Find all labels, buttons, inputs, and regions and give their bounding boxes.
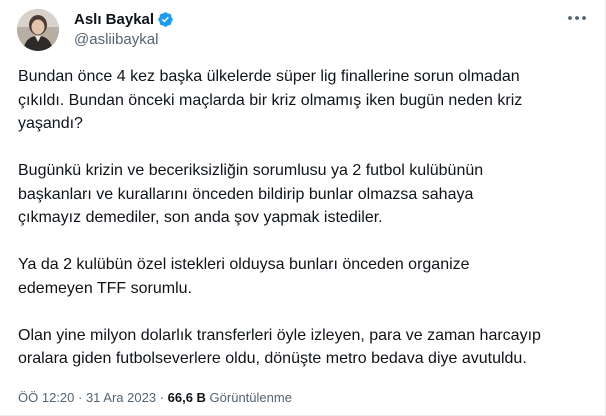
author-display-name[interactable]: Aslı Baykal bbox=[74, 11, 154, 28]
tweet-paragraph: Bugünkü krizin ve beceriksizliğin soruml… bbox=[18, 162, 484, 226]
tweet-text: Bundan önce 4 kez başka ülkelerde süper … bbox=[18, 65, 593, 394]
author-handle[interactable]: @asliibaykal bbox=[74, 31, 158, 48]
views-count[interactable]: 66,6 B bbox=[168, 390, 206, 405]
meta-separator: · bbox=[74, 390, 86, 405]
more-options-button[interactable] bbox=[565, 8, 589, 28]
views-label[interactable]: Görüntülenme bbox=[206, 390, 292, 405]
avatar[interactable] bbox=[17, 9, 59, 51]
tweet-paragraph: Olan yine milyon dolarlık transferleri ö… bbox=[18, 326, 541, 368]
tweet-date[interactable]: 31 Ara 2023 bbox=[86, 390, 156, 405]
tweet-metadata: ÖÖ 12:20 · 31 Ara 2023 · 66,6 B Görüntül… bbox=[18, 390, 292, 405]
tweet-paragraph: Bundan önce 4 kez başka ülkelerde süper … bbox=[18, 68, 523, 132]
more-horizontal-icon bbox=[568, 16, 586, 20]
tweet-time[interactable]: ÖÖ 12:20 bbox=[18, 390, 74, 405]
verified-badge-icon bbox=[157, 11, 174, 28]
user-avatar-image bbox=[17, 9, 59, 51]
tweet-paragraph: Ya da 2 kulübün özel istekleri olduysa b… bbox=[18, 256, 470, 297]
meta-separator: · bbox=[156, 390, 168, 405]
tweet-card: Aslı Baykal @asliibaykal Bundan önce 4 k… bbox=[0, 0, 606, 416]
author-name-row[interactable]: Aslı Baykal bbox=[74, 9, 174, 29]
